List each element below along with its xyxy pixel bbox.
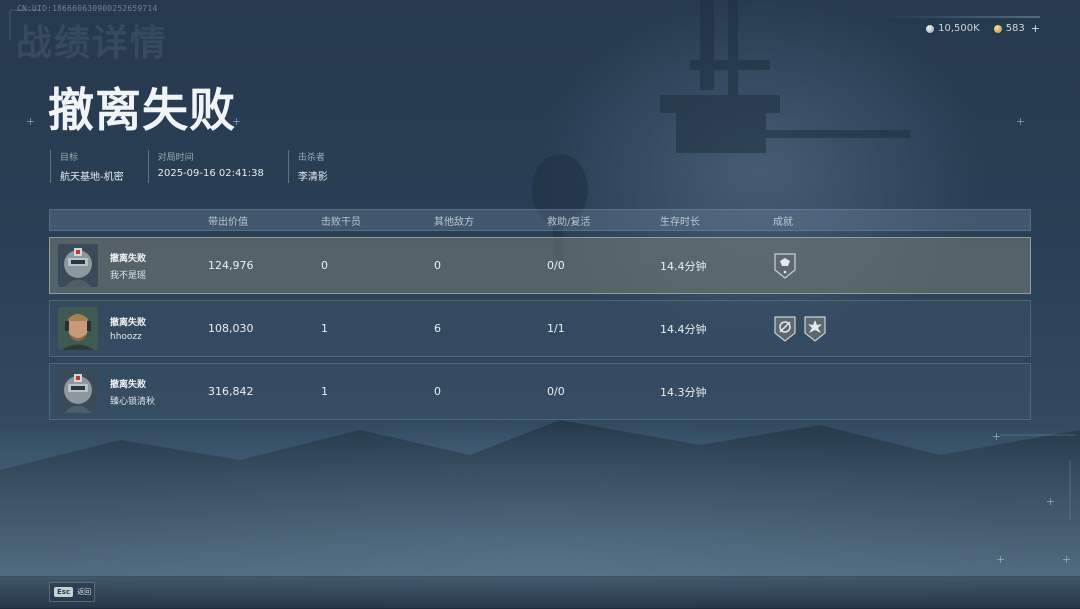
gold-coin-icon <box>993 24 1002 33</box>
table-row[interactable]: 撤离失败 hhoozz 108,030 1 6 1/1 14.4分钟 <box>49 300 1031 357</box>
currency-bar: 10,500K 583 + <box>926 22 1040 35</box>
account-id-text: CN:UID:186660630900252659714 <box>17 4 158 13</box>
avatar <box>58 307 98 350</box>
extract-value: 108,030 <box>208 322 254 335</box>
header-extract-value: 带出价值 <box>208 216 248 228</box>
match-info: 目标 航天基地-机密 对局时间 2025-09-16 02:41:38 击杀者 … <box>50 150 352 183</box>
meta-match-time: 对局时间 2025-09-16 02:41:38 <box>147 150 288 183</box>
meta-label: 目标 <box>60 153 79 163</box>
header-assist-revive: 救助/复活 <box>547 216 591 228</box>
gold-value: 583 <box>1005 23 1025 34</box>
back-label: 返回 <box>77 588 92 596</box>
player-name: hhoozz <box>110 332 142 342</box>
meta-value: 2025-09-16 02:41:38 <box>157 168 264 179</box>
kills-value: 1 <box>321 385 328 398</box>
extract-value: 316,842 <box>208 385 254 398</box>
extract-value: 124,976 <box>208 259 254 272</box>
achievement-badge-icon[interactable] <box>773 252 797 280</box>
other-enemies-value: 6 <box>434 322 441 335</box>
survival-time-value: 14.4分钟 <box>660 259 707 273</box>
footer-bar <box>0 576 1080 609</box>
other-enemies-value: 0 <box>434 259 441 272</box>
silver-value: 10,500K <box>938 23 980 34</box>
player-cell: 撤离失败 臻心锁清秋 <box>50 370 208 413</box>
player-status: 撤离失败 <box>110 318 147 328</box>
player-cell: 撤离失败 我不是瑶 <box>50 244 208 287</box>
player-cell: 撤离失败 hhoozz <box>50 307 208 350</box>
currency-divider <box>880 16 1040 18</box>
player-name: 我不是瑶 <box>110 270 147 281</box>
silver-currency[interactable]: 10,500K <box>926 22 980 35</box>
player-status: 撤离失败 <box>110 253 147 264</box>
meta-target: 目标 航天基地-机密 <box>50 150 148 183</box>
player-status: 撤离失败 <box>110 379 147 390</box>
other-enemies-value: 0 <box>434 385 441 398</box>
scoreboard-table: 带出价值 击败干员 其他敌方 救助/复活 生存时长 成就 撤离失败 我不是瑶 1… <box>49 209 1031 420</box>
player-name: 臻心锁清秋 <box>110 396 156 407</box>
achievement-list <box>773 315 1030 343</box>
header-achievements: 成就 <box>773 216 793 228</box>
assist-revive-value: 0/0 <box>547 259 565 272</box>
silver-coin-icon <box>926 24 935 33</box>
assist-revive-value: 0/0 <box>547 385 565 398</box>
meta-killer: 击杀者 李清影 <box>287 150 352 183</box>
esc-key-hint: Esc <box>54 587 74 597</box>
table-row[interactable]: 撤离失败 臻心锁清秋 316,842 1 0 0/0 14.3分钟 <box>49 363 1031 420</box>
table-row[interactable]: 撤离失败 我不是瑶 124,976 0 0 0/0 14.4分钟 <box>49 237 1031 294</box>
avatar <box>58 370 98 413</box>
meta-label: 击杀者 <box>297 153 325 163</box>
table-header: 带出价值 击败干员 其他敌方 救助/复活 生存时长 成就 <box>49 209 1031 231</box>
meta-value: 李清影 <box>297 172 328 183</box>
achievement-badge-icon[interactable] <box>773 315 797 343</box>
header-other-enemies: 其他敌方 <box>434 216 474 228</box>
header-kills: 击败干员 <box>321 216 361 228</box>
achievement-list <box>773 252 1030 280</box>
add-currency-button[interactable]: + <box>1031 22 1040 35</box>
survival-time-value: 14.4分钟 <box>660 322 707 336</box>
survival-time-value: 14.3分钟 <box>660 385 707 399</box>
gold-currency[interactable]: 583 + <box>993 22 1040 35</box>
page-title: 撤离失败 <box>48 83 236 137</box>
background-page-title: 战绩详情 <box>16 23 169 64</box>
meta-value: 航天基地-机密 <box>60 172 124 183</box>
back-button[interactable]: Esc 返回 <box>49 582 95 602</box>
achievement-badge-icon[interactable] <box>803 315 827 343</box>
avatar <box>58 244 98 287</box>
meta-label: 对局时间 <box>157 153 194 163</box>
kills-value: 0 <box>321 259 328 272</box>
header-survival-time: 生存时长 <box>660 216 700 228</box>
assist-revive-value: 1/1 <box>547 322 565 335</box>
kills-value: 1 <box>321 322 328 335</box>
